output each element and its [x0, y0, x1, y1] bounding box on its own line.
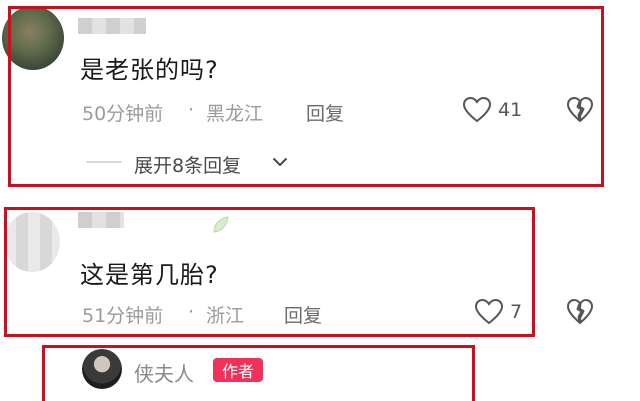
- highlight-frame: [42, 345, 475, 401]
- highlight-frame: [4, 207, 535, 337]
- highlight-frame: [8, 6, 604, 187]
- broken-heart-icon[interactable]: [566, 298, 594, 326]
